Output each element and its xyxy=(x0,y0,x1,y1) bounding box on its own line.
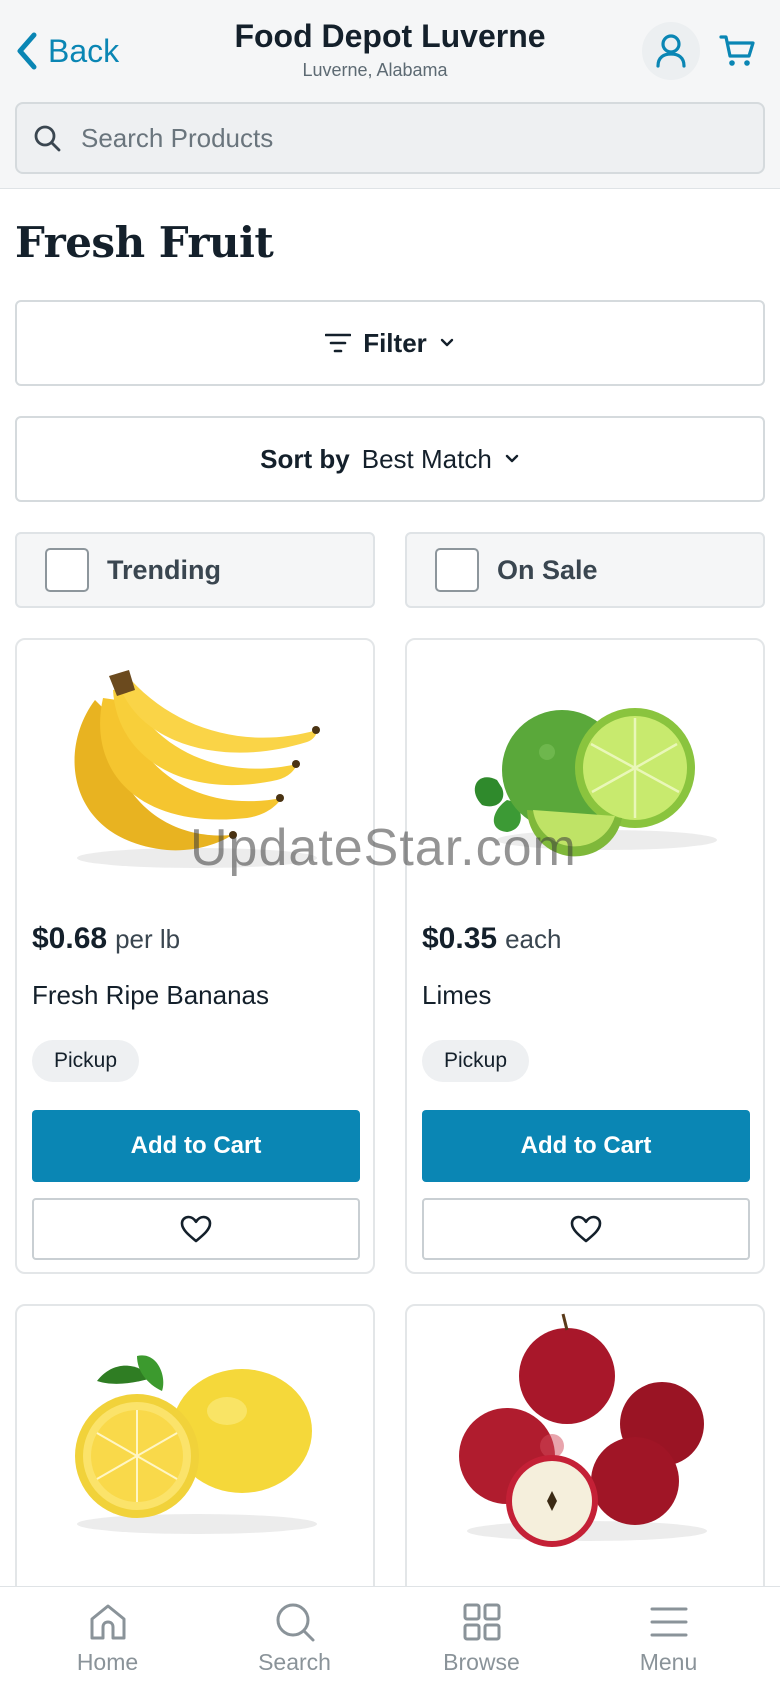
search-icon xyxy=(276,1603,314,1642)
on-sale-toggle[interactable]: On Sale xyxy=(405,532,765,608)
cart-icon xyxy=(719,35,755,66)
nav-menu[interactable]: Menu xyxy=(575,1587,762,1691)
product-name[interactable]: Fresh Ripe Bananas xyxy=(32,980,269,1011)
nav-search-label: Search xyxy=(258,1649,331,1675)
trending-toggle[interactable]: Trending xyxy=(15,532,375,608)
home-icon xyxy=(90,1604,125,1640)
heart-icon xyxy=(570,1215,602,1243)
sort-dropdown[interactable]: Sort by Best Match xyxy=(15,416,765,502)
nav-search[interactable]: Search xyxy=(201,1587,388,1691)
cart-button[interactable] xyxy=(708,22,766,80)
add-to-cart-button[interactable]: Add to Cart xyxy=(32,1110,360,1182)
nav-home-label: Home xyxy=(76,1649,139,1675)
bottom-nav: Home Search Browse Menu xyxy=(0,1586,780,1691)
on-sale-checkbox[interactable] xyxy=(435,548,479,592)
filter-icon xyxy=(325,333,352,353)
search-icon xyxy=(34,125,61,152)
product-card[interactable]: $0.35 each Limes Pickup Add to Cart xyxy=(405,638,765,1274)
top-header: Back Food Depot Luverne Luverne, Alabama xyxy=(0,0,780,189)
favorite-button[interactable] xyxy=(32,1198,360,1260)
trending-checkbox[interactable] xyxy=(45,548,89,592)
pickup-badge: Pickup xyxy=(422,1040,530,1082)
grid-icon xyxy=(463,1603,500,1641)
product-price: $0.68 xyxy=(32,922,108,955)
product-card[interactable]: $0.68 per lb Fresh Ripe Bananas Pickup A… xyxy=(15,638,375,1274)
sort-value: Best Match xyxy=(361,443,492,474)
lemons-image[interactable] xyxy=(17,1306,375,1566)
page-title: Fresh Fruit xyxy=(15,218,274,267)
price-unit: per lb xyxy=(115,924,181,954)
pickup-badge: Pickup xyxy=(32,1040,140,1082)
on-sale-label: On Sale xyxy=(497,554,598,585)
user-icon xyxy=(656,34,686,68)
nav-browse-label: Browse xyxy=(443,1649,520,1675)
chevron-down-icon xyxy=(440,338,453,347)
product-name[interactable]: Limes xyxy=(422,980,491,1011)
trending-label: Trending xyxy=(107,554,221,585)
menu-icon xyxy=(650,1607,687,1637)
red-apples-image[interactable] xyxy=(407,1306,765,1566)
sort-prefix: Sort by xyxy=(260,443,350,474)
search-bar[interactable] xyxy=(15,102,765,174)
nav-menu-label: Menu xyxy=(639,1649,698,1675)
add-to-cart-button[interactable]: Add to Cart xyxy=(422,1110,750,1182)
filter-label: Filter xyxy=(363,327,427,358)
favorite-button[interactable] xyxy=(422,1198,750,1260)
price-unit: each xyxy=(505,924,562,954)
chevron-down-icon xyxy=(505,454,519,463)
product-price: $0.35 xyxy=(422,922,498,955)
filter-button[interactable]: Filter xyxy=(15,300,765,386)
search-input[interactable] xyxy=(81,122,721,154)
price-line: $0.68 per lb xyxy=(32,922,180,956)
price-line: $0.35 each xyxy=(422,922,561,956)
nav-home[interactable]: Home xyxy=(14,1587,201,1691)
nav-browse[interactable]: Browse xyxy=(388,1587,575,1691)
store-location: Luverne, Alabama xyxy=(302,60,448,80)
account-button[interactable] xyxy=(642,22,700,80)
watermark: UpdateStar.com xyxy=(190,819,577,877)
heart-icon xyxy=(180,1215,212,1243)
